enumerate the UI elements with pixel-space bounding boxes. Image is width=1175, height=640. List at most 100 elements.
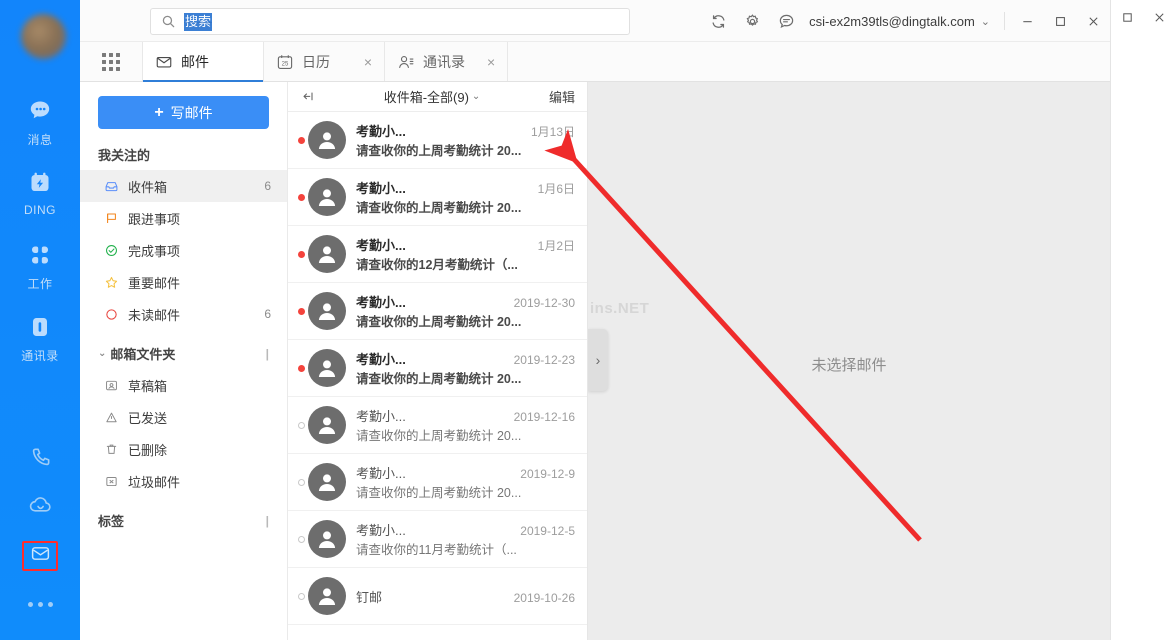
- rail-item-contacts[interactable]: 通讯录: [0, 312, 80, 384]
- read-dot-icon[interactable]: [294, 536, 308, 543]
- unread-dot-icon[interactable]: [294, 194, 308, 201]
- close-button[interactable]: [1077, 0, 1110, 42]
- sidebar-item-label: 已发送: [128, 408, 167, 427]
- rail-item-more[interactable]: [0, 580, 80, 628]
- account-menu[interactable]: csi-ex2m39tls@dingtalk.com ⌄: [803, 14, 998, 29]
- mail-list-item[interactable]: 考勤小...2019-12-9请查收你的上周考勤统计 20...: [288, 454, 587, 511]
- rail-item-work[interactable]: 工作: [0, 240, 80, 312]
- sidebar-item-count: 6: [264, 179, 271, 193]
- mail-list-item[interactable]: 考勤小...1月6日请查收你的上周考勤统计 20...: [288, 169, 587, 226]
- mail-icon: [155, 53, 173, 71]
- rail-item-label: DING: [24, 203, 56, 217]
- nav-section-header-tags[interactable]: 标签 |: [80, 511, 287, 536]
- sidebar-item-completed[interactable]: 完成事项: [80, 234, 287, 266]
- tab-mail[interactable]: 邮件: [142, 42, 264, 81]
- mail-list-item[interactable]: 钉邮2019-10-26: [288, 568, 587, 625]
- inbox-icon: [104, 179, 126, 194]
- unread-dot-icon[interactable]: [294, 251, 308, 258]
- rail-item-label: 通讯录: [21, 347, 59, 364]
- reading-pane: › 未选择邮件: [588, 82, 1110, 640]
- sidebar-item-label: 未读邮件: [128, 305, 180, 324]
- outer-close-button[interactable]: [1147, 5, 1173, 29]
- spam-icon: [104, 474, 126, 489]
- compose-label: 写邮件: [171, 103, 213, 123]
- sidebar-item-drafts[interactable]: 草稿箱: [80, 369, 287, 401]
- mail-subject: 请查收你的上周考勤统计 20...: [356, 201, 521, 215]
- contacts-icon: [397, 53, 415, 71]
- search-input[interactable]: 搜索: [150, 8, 630, 35]
- sidebar-item-unread[interactable]: 未读邮件 6: [80, 298, 287, 330]
- mail-list-panel: 收件箱-全部(9) ⌄ 编辑 考勤小...1月13日请查收你的上周考勤统计 20…: [288, 82, 588, 640]
- sidebar-item-spam[interactable]: 垃圾邮件: [80, 465, 287, 497]
- star-icon: [104, 275, 126, 290]
- circle-icon: [104, 307, 126, 322]
- sidebar-item-label: 草稿箱: [128, 376, 167, 395]
- sidebar-item-followup[interactable]: 跟进事项: [80, 202, 287, 234]
- sidebar-item-sent[interactable]: 已发送: [80, 401, 287, 433]
- mail-date: 1月6日: [530, 180, 575, 197]
- avatar: [308, 406, 346, 444]
- cloud-icon: [28, 493, 53, 523]
- rail-item-phone[interactable]: [0, 436, 80, 484]
- mail-subject: 请查收你的11月考勤统计（...: [356, 543, 517, 557]
- mail-subject: 请查收你的上周考勤统计 20...: [356, 144, 521, 158]
- tab-label: 通讯录: [423, 52, 465, 72]
- minimize-button[interactable]: [1011, 0, 1044, 42]
- sidebar-item-deleted[interactable]: 已删除: [80, 433, 287, 465]
- mail-list-item[interactable]: 考勤小...1月2日请查收你的12月考勤统计（...: [288, 226, 587, 283]
- mail-list-item[interactable]: 考勤小...2019-12-16请查收你的上周考勤统计 20...: [288, 397, 587, 454]
- app-grid-button[interactable]: [80, 42, 142, 81]
- user-avatar[interactable]: [21, 14, 66, 59]
- feedback-button[interactable]: [769, 0, 803, 42]
- unread-dot-icon[interactable]: [294, 137, 308, 144]
- read-dot-icon[interactable]: [294, 479, 308, 486]
- avatar: [308, 121, 346, 159]
- unread-dot-icon[interactable]: [294, 308, 308, 315]
- tab-close-button[interactable]: ×: [350, 55, 372, 69]
- draft-icon: [104, 378, 126, 393]
- contacts-book-icon: [27, 312, 53, 342]
- settings-button[interactable]: [735, 0, 769, 42]
- phone-icon: [29, 446, 52, 474]
- collapse-list-icon[interactable]: [300, 89, 315, 104]
- sidebar-item-label: 垃圾邮件: [128, 472, 180, 491]
- rail-item-mail[interactable]: [0, 532, 80, 580]
- rail-item-ding[interactable]: DING: [0, 168, 80, 240]
- nav-section-header-folders[interactable]: ⌄ 邮箱文件夹 |: [80, 344, 287, 369]
- sidebar-item-label: 重要邮件: [128, 273, 180, 292]
- mail-subject: 请查收你的上周考勤统计 20...: [356, 315, 521, 329]
- edit-button[interactable]: 编辑: [549, 87, 575, 106]
- nav-section-title: 标签: [98, 511, 124, 530]
- rail-item-cloud[interactable]: [0, 484, 80, 532]
- tab-close-button[interactable]: ×: [473, 55, 495, 69]
- sidebar-item-important[interactable]: 重要邮件: [80, 266, 287, 298]
- sent-icon: [104, 410, 126, 425]
- tab-label: 日历: [302, 52, 330, 72]
- sidebar-item-label: 已删除: [128, 440, 167, 459]
- sidebar-item-inbox[interactable]: 收件箱 6: [80, 170, 287, 202]
- rail-item-label: 消息: [27, 131, 52, 148]
- avatar: [308, 349, 346, 387]
- compose-mail-button[interactable]: + 写邮件: [98, 96, 269, 129]
- outer-maximize-button[interactable]: [1114, 5, 1140, 29]
- mail-sender: 考勤小...: [356, 235, 406, 254]
- refresh-button[interactable]: [701, 0, 735, 42]
- tab-contacts[interactable]: 通讯录 ×: [384, 42, 508, 81]
- rail-item-messages[interactable]: 消息: [0, 96, 80, 168]
- tab-calendar[interactable]: 25 日历 ×: [263, 42, 385, 81]
- read-dot-icon[interactable]: [294, 422, 308, 429]
- mail-date: 2019-12-16: [506, 410, 575, 424]
- mail-list-item[interactable]: 考勤小...2019-12-30请查收你的上周考勤统计 20...: [288, 283, 587, 340]
- maximize-button[interactable]: [1044, 0, 1077, 42]
- sidebar-item-label: 跟进事项: [128, 209, 180, 228]
- mail-list-filter[interactable]: 收件箱-全部(9) ⌄: [315, 87, 549, 106]
- mail-list-item[interactable]: 考勤小...2019-12-5请查收你的11月考勤统计（...: [288, 511, 587, 568]
- avatar: [308, 577, 346, 615]
- mail-list-item[interactable]: 考勤小...2019-12-23请查收你的上周考勤统计 20...: [288, 340, 587, 397]
- unread-dot-icon[interactable]: [294, 365, 308, 372]
- mail-sender: 钉邮: [356, 587, 382, 606]
- read-dot-icon[interactable]: [294, 593, 308, 600]
- message-bubble-icon: [27, 96, 53, 126]
- mail-list-title: 收件箱-全部(9): [384, 87, 469, 106]
- mail-list-item[interactable]: 考勤小...1月13日请查收你的上周考勤统计 20...: [288, 112, 587, 169]
